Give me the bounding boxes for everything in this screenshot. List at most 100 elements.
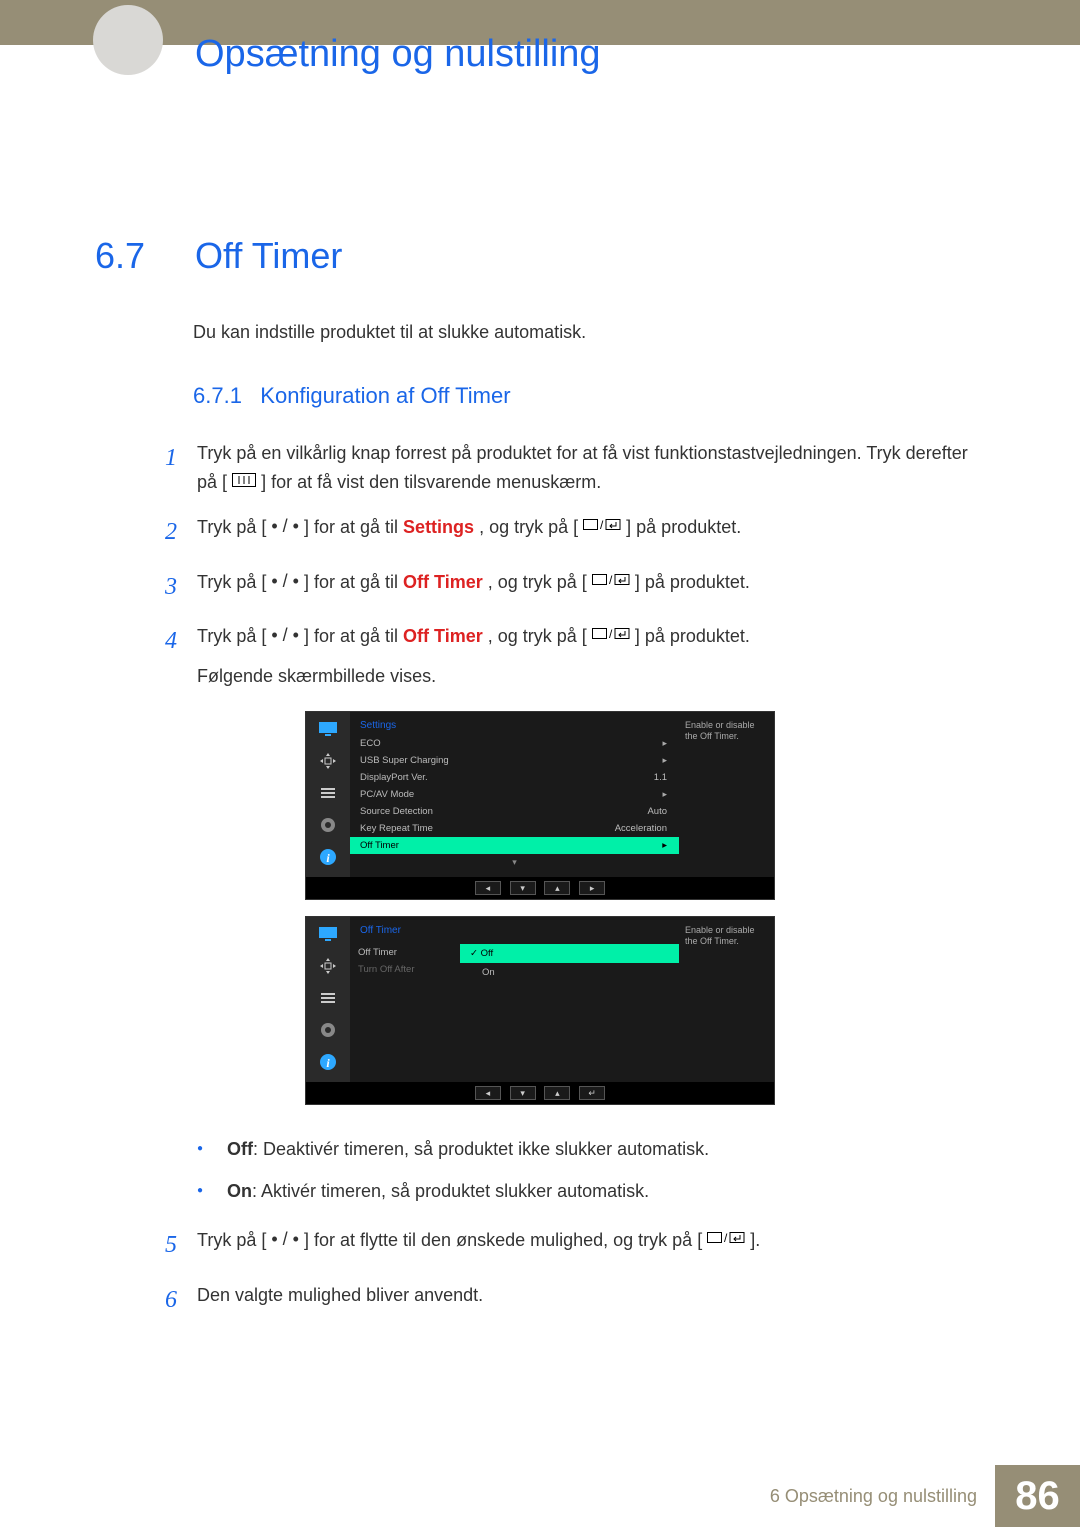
text: Følgende skærmbillede vises. [197,662,985,691]
bullet-on: ● On: Aktivér timeren, så produktet sluk… [197,1177,985,1206]
text: , og tryk på [ [479,517,578,537]
nav-enter-icon: ↵ [579,1086,605,1100]
text: ] for at gå til [304,572,403,592]
label: PC/AV Mode [360,789,414,800]
value: Acceleration [615,823,667,834]
step-body: Tryk på [ • / • ] for at flytte til den … [197,1226,985,1264]
step-body: Tryk på [ • / • ] for at gå til Off Time… [197,568,985,606]
step-number: 1 [165,439,197,497]
dot-slash-dot-icon: • / • [271,1225,299,1254]
off-label: Off [227,1139,253,1159]
bullet-off: ● Off: Deaktivér timeren, så produktet i… [197,1135,985,1164]
osd-row-pcav: PC/AV Mode▸ [350,786,679,803]
osd-help: Enable or disable the Off Timer. [679,712,774,877]
dot-slash-dot-icon: • / • [271,567,299,596]
chapter-badge-circle [93,5,163,75]
nav-left-icon: ◂ [475,1086,501,1100]
svg-text:/: / [609,627,613,641]
value: 1.1 [654,772,667,783]
text: , og tryk på [ [488,626,587,646]
svg-text:/: / [724,1231,728,1245]
text: Den valgte mulighed bliver anvendt. [197,1285,483,1305]
text: Tryk på [ [197,517,266,537]
step-number: 3 [165,568,197,606]
osd-row-dp: DisplayPort Ver. 1.1 [350,769,679,786]
label: Off Timer [360,840,399,851]
chevron-right-icon: ▸ [662,738,667,749]
osd-option-on: On [460,963,679,982]
label: Off [481,948,494,959]
page-content: 6.7 Off Timer Du kan indstille produktet… [0,45,1080,1319]
select-enter-icon: / [583,512,621,541]
text: ]. [750,1230,760,1250]
subsection-heading: 6.7.1 Konfiguration af Off Timer [193,383,985,409]
text: ] på produktet. [626,517,741,537]
bullet-icon: ● [197,1177,227,1206]
osd-options: ✓ Off On [460,940,679,982]
value: Auto [647,806,667,817]
osd-title: Settings [350,720,679,735]
step-3: 3 Tryk på [ • / • ] for at gå til Off Ti… [165,568,985,606]
gear-icon [317,816,339,834]
step-number: 2 [165,513,197,551]
section-number: 6.7 [95,235,190,277]
list-icon [317,784,339,802]
osd-help: Enable or disable the Off Timer. [679,917,774,1082]
dot-slash-dot-icon: • / • [271,512,299,541]
step-body: Tryk på [ • / • ] for at gå til Off Time… [197,622,985,690]
subsection-title: Konfiguration af Off Timer [260,383,510,408]
step-list: 1 Tryk på en vilkårlig knap forrest på p… [165,439,985,691]
settings-label: Settings [403,517,474,537]
osd-row-offtimer-selected: Off Timer ▸ [350,837,679,854]
nav-up-icon: ▴ [544,1086,570,1100]
intro-text: Du kan indstille produktet til at slukke… [193,322,985,343]
move-icon [317,752,339,770]
text: ] på produktet. [635,572,750,592]
select-enter-icon: / [707,1225,745,1254]
dot-slash-dot-icon: • / • [271,621,299,650]
step-2: 2 Tryk på [ • / • ] for at gå til Settin… [165,513,985,551]
option-bullets: ● Off: Deaktivér timeren, så produktet i… [197,1135,985,1207]
monitor-icon [317,720,339,738]
step-body: Den valgte mulighed bliver anvendt. [197,1281,985,1319]
osd-sub-offtimer: Off Timer [350,944,460,961]
text: ] på produktet. [635,626,750,646]
label: DisplayPort Ver. [360,772,428,783]
step-body: Tryk på en vilkårlig knap forrest på pro… [197,439,985,497]
chapter-title: Opsætning og nulstilling [195,33,601,76]
osd-sidebar: i [306,917,350,1082]
info-icon: i [317,1053,339,1071]
nav-left-icon: ◂ [475,881,501,895]
page-footer: 6 Opsætning og nulstilling 86 [770,1465,1080,1527]
step-number: 6 [165,1281,197,1319]
text: ] for at gå til [304,517,403,537]
osd-option-off-selected: ✓ Off [460,944,679,963]
text: Tryk på [ [197,1230,266,1250]
nav-down-icon: ▾ [510,881,536,895]
svg-text:/: / [600,518,604,532]
step-6: 6 Den valgte mulighed bliver anvendt. [165,1281,985,1319]
text: Tryk på [ [197,626,266,646]
text: : Aktivér timeren, så produktet slukker … [252,1181,649,1201]
osd-screenshots: i Settings ECO▸ USB Super Charging▸ Disp… [305,711,775,1105]
on-label: On [227,1181,252,1201]
step-number: 4 [165,622,197,690]
text: ] for at flytte til den ønskede mulighed… [304,1230,702,1250]
osd-main: Off Timer Off Timer Turn Off After ✓ Off… [350,917,679,1082]
step-1: 1 Tryk på en vilkårlig knap forrest på p… [165,439,985,497]
chevron-right-icon: ▸ [662,840,667,851]
menu-icon [232,467,256,496]
nav-down-icon: ▾ [510,1086,536,1100]
label: Source Detection [360,806,433,817]
osd-row-source: Source Detection Auto [350,803,679,820]
off-timer-label: Off Timer [403,626,483,646]
bullet-icon: ● [197,1135,227,1164]
chevron-right-icon: ▸ [662,755,667,766]
nav-up-icon: ▴ [544,881,570,895]
text: ] for at gå til [304,626,403,646]
off-timer-label: Off Timer [403,572,483,592]
step-list-2: 5 Tryk på [ • / • ] for at flytte til de… [165,1226,985,1319]
osd-nav-bar: ◂ ▾ ▴ ↵ [306,1082,774,1104]
move-icon [317,957,339,975]
osd-row-usb: USB Super Charging▸ [350,752,679,769]
